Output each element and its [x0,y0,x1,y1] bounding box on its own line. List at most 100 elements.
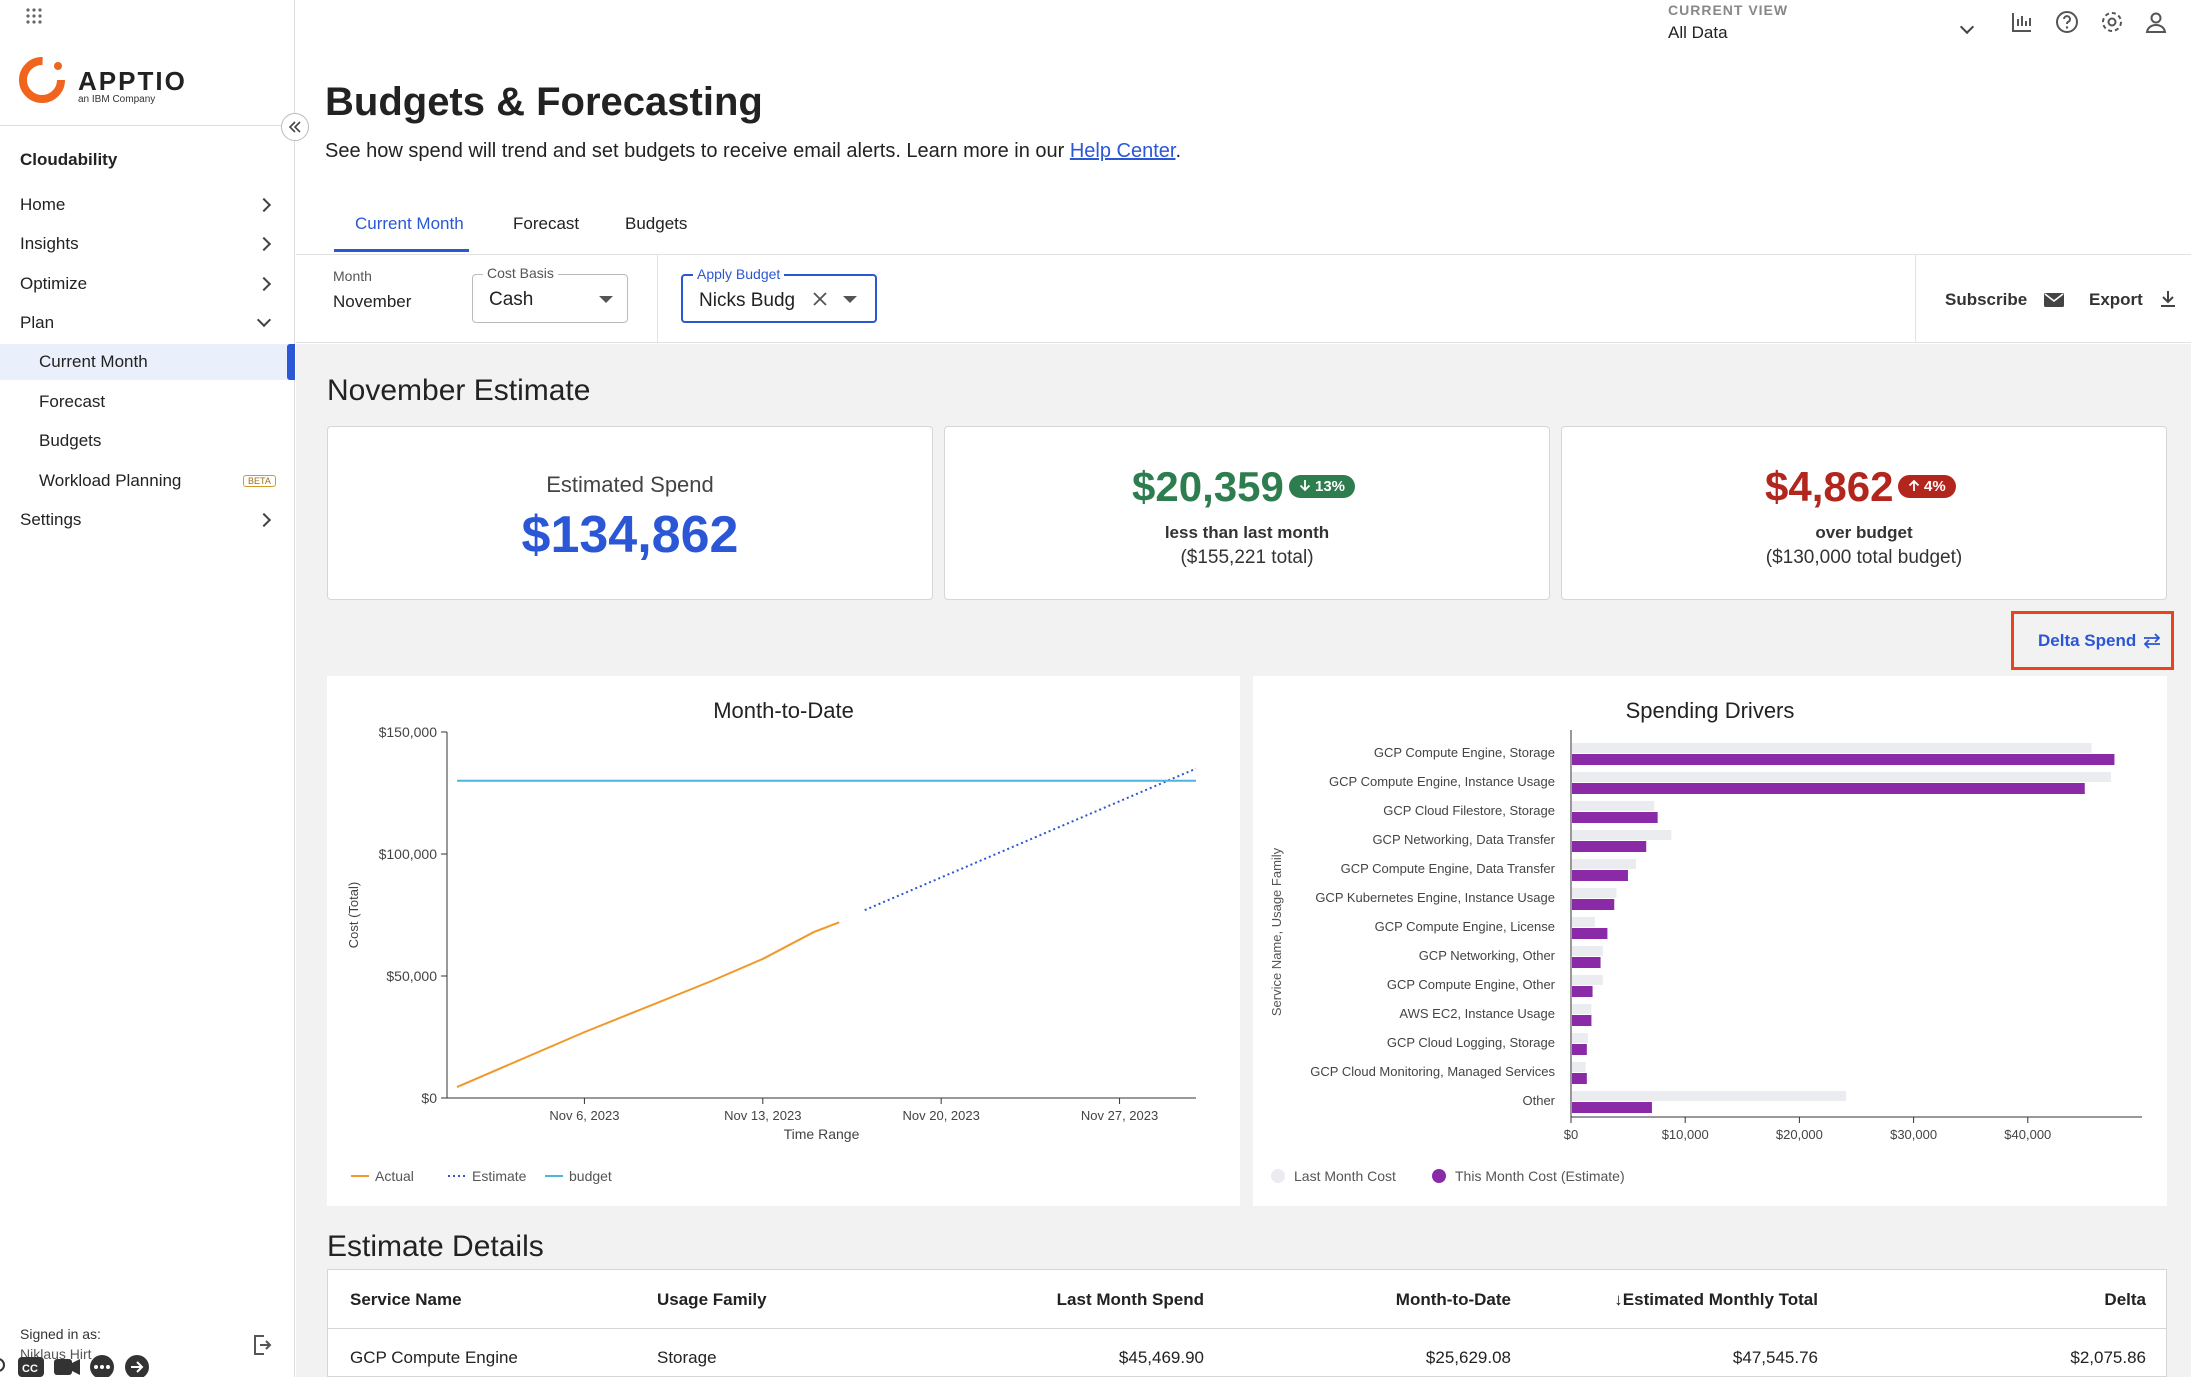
y-tick-label: $50,000 [386,968,437,984]
table-cell: $2,075.86 [2070,1348,2146,1367]
caret-down-icon[interactable] [843,296,857,303]
tab-budgets[interactable]: Budgets [625,214,687,234]
bar-last-month [1572,772,2112,782]
chevron-down-icon[interactable] [1959,19,1975,35]
delta-spend-button[interactable]: Delta Spend [2011,611,2174,670]
collapse-sidebar-button[interactable] [281,113,309,141]
current-view-value[interactable]: All Data [1668,23,1728,43]
beta-badge: BETA [243,475,276,487]
category-label: GCP Cloud Logging, Storage [1387,1035,1555,1050]
bar-last-month [1572,801,1655,811]
user-icon[interactable] [2144,10,2168,34]
svg-text:CC: CC [22,1363,38,1375]
column-header-month-to-date[interactable]: Month-to-Date [1396,1290,1511,1310]
bar-this-month [1572,957,1601,968]
sidebar-item-label: Optimize [20,274,88,293]
month-value: November [333,292,412,311]
export-button[interactable]: Export [2089,290,2176,310]
column-header-estimated-monthly-total[interactable]: ↓Estimated Monthly Total [1614,1290,1818,1310]
logo-text: APPTIO [78,66,187,96]
column-header-label: Estimated Monthly Total [1622,1290,1818,1309]
page-subtitle: See how spend will trend and set budgets… [325,140,1181,163]
chevron-right-icon [256,236,272,252]
sidebar-item-insights[interactable]: Insights [0,226,295,262]
section-title-details: Estimate Details [327,1230,544,1263]
chevron-right-icon [256,512,272,528]
x-tick-label: Nov 27, 2023 [1081,1108,1158,1123]
active-tab-indicator [334,249,469,252]
sidebar-item-label: Settings [20,510,82,529]
column-header-service-name[interactable]: Service Name [350,1290,462,1310]
cost-basis-label: Cost Basis [483,265,558,281]
x-tick-label: Nov 6, 2023 [549,1108,619,1123]
category-label: GCP Networking, Data Transfer [1372,832,1555,847]
estimated-spend-label: Estimated Spend [546,472,714,497]
legend-label: budget [569,1168,612,1184]
sidebar-item-workload-planning[interactable]: Workload Planning BETA [0,463,295,499]
sidebar-item-settings[interactable]: Settings [0,502,295,538]
y-tick-label: $0 [421,1090,437,1106]
sidebar-item-plan[interactable]: Plan [0,305,295,341]
sidebar-item-current-month[interactable]: Current Month [0,344,295,380]
y-axis-title: Service Name, Usage Family [1269,847,1284,1016]
category-label: GCP Compute Engine, Data Transfer [1341,861,1556,876]
meeting-toolbar: CC [0,1355,149,1377]
app-grid-icon[interactable] [24,6,44,26]
table-cell: Storage [657,1348,717,1367]
category-label: GCP Cloud Filestore, Storage [1383,803,1555,818]
sidebar-item-home[interactable]: Home [0,187,295,223]
apptio-logo-icon[interactable] [18,54,70,106]
captions-icon[interactable]: CC [18,1357,44,1377]
category-label: Other [1522,1093,1555,1108]
sidebar-item-label: Forecast [39,392,106,411]
spending-drivers-plot: GCP Compute Engine, Storage GCP Compute E… [1269,730,2142,1184]
vs-last-month-card: $20,359 13% less than last month ($155,2… [944,426,1550,600]
help-icon[interactable] [2055,10,2079,34]
column-header-delta[interactable]: Delta [2104,1290,2146,1310]
help-center-link[interactable]: Help Center [1070,140,1176,162]
double-chevron-left-icon [288,121,301,133]
x-axis-title: Time Range [784,1126,860,1142]
bar-last-month [1572,1004,1592,1014]
sidebar: APPTIO an IBM Company Cloudability Home … [0,0,295,1377]
table-cell: $45,469.90 [1118,1348,1204,1367]
clear-icon[interactable] [812,291,828,307]
column-header-usage-family[interactable]: Usage Family [657,1290,767,1310]
bar-this-month [1572,870,1628,881]
apply-budget-label: Apply Budget [693,266,785,282]
sidebar-item-budgets[interactable]: Budgets [0,423,295,459]
sidebar-item-optimize[interactable]: Optimize [0,266,295,302]
arrow-right-icon[interactable] [125,1355,149,1377]
sidebar-divider [0,125,295,126]
series-line-actual [456,921,840,1088]
bar-last-month [1572,1033,1588,1043]
bar-this-month [1572,1015,1592,1026]
bar-this-month [1572,841,1647,852]
column-header-last-month-spend[interactable]: Last Month Spend [1057,1290,1204,1310]
bar-last-month [1572,1091,1847,1101]
bar-last-month [1572,1062,1586,1072]
category-label: GCP Compute Engine, Other [1387,977,1556,992]
sidebar-item-label: Plan [20,313,55,332]
tab-current-month[interactable]: Current Month [355,214,464,234]
category-label: GCP Compute Engine, Instance Usage [1329,774,1555,789]
sidebar-item-label: Current Month [39,352,148,371]
search-icon[interactable] [0,1358,5,1372]
tab-forecast[interactable]: Forecast [513,214,579,234]
bar-last-month [1572,859,1636,869]
subtitle-text: See how spend will trend and set budgets… [325,140,1070,162]
more-icon[interactable] [90,1355,114,1377]
bar-this-month [1572,783,2085,794]
logout-icon[interactable] [252,1334,272,1356]
bar-last-month [1572,743,2092,753]
bar-last-month [1572,830,1672,840]
apply-budget-select[interactable]: Apply Budget Nicks Budget [681,266,877,323]
chevron-right-icon [256,197,272,213]
subscribe-button[interactable]: Subscribe [1945,290,2064,310]
category-label: GCP Networking, Other [1419,948,1556,963]
chart-icon[interactable] [2010,10,2034,34]
gear-icon[interactable] [2100,10,2124,34]
video-icon[interactable] [54,1359,80,1375]
cost-basis-select[interactable]: Cost Basis Cash [472,265,628,323]
sidebar-item-forecast[interactable]: Forecast [0,384,295,420]
